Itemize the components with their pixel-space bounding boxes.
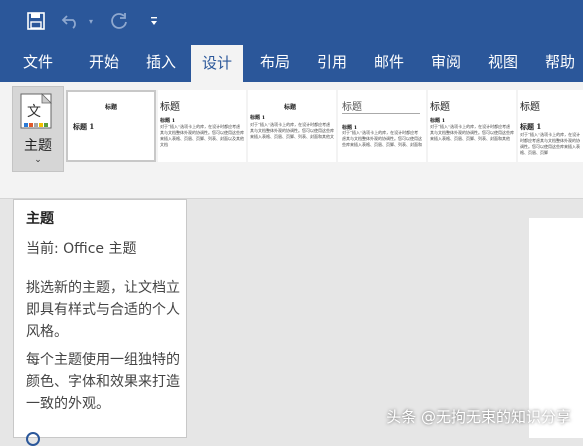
tab-references[interactable]: 引用	[302, 42, 362, 82]
ribbon-design: 文 主题 ⌄ 标题 标题 1 标题 标题 1 对于“插入”选项卡上的库，在设计时…	[0, 82, 583, 199]
tab-file[interactable]: 文件	[8, 42, 68, 82]
themes-icon-glyph: 文	[27, 104, 41, 120]
title-bar: ▾	[0, 0, 583, 42]
themes-label: 主题	[24, 138, 52, 154]
save-button[interactable]	[24, 8, 48, 34]
redo-button[interactable]	[106, 8, 132, 34]
undo-button[interactable]	[58, 8, 84, 34]
style-set-option[interactable]: 标题 标题 1 对于“插入”选项卡上的库，在设计时都应考虑其与文档整体外观的协调…	[248, 90, 336, 162]
tab-view[interactable]: 视图	[473, 42, 533, 82]
tab-design[interactable]: 设计	[191, 45, 243, 82]
tooltip-details: 每个主题使用一组独特的颜色、字体和效果来打造一致的外观。	[26, 352, 180, 412]
style-set-option[interactable]: 标题 标题 1 对于“插入”选项卡上的库，在设计时都应考虑其与文档整体外观的协调…	[158, 90, 246, 162]
style-set-option[interactable]: 标题 标题 1	[66, 90, 156, 162]
tab-review[interactable]: 审阅	[416, 42, 476, 82]
tooltip-title: 主题	[26, 211, 54, 227]
undo-dropdown[interactable]: ▾	[86, 8, 96, 34]
tab-mailings[interactable]: 邮件	[359, 42, 419, 82]
chevron-down-icon: ⌄	[34, 155, 42, 165]
style-set-option[interactable]: 标题 标题 1 对于“插入”选项卡上的库，在设计时都应考虑其与文档整体外观的协调…	[428, 90, 516, 162]
tab-insert[interactable]: 插入	[131, 42, 191, 82]
tooltip-description: 挑选新的主题，让文档立即具有样式与合适的个人风格。	[26, 280, 180, 340]
style-set-option[interactable]: 标题 标题 1 对于“插入”选项卡上的库，在设计时都应考虑其与文档整体外观的协调…	[338, 90, 426, 162]
watermark: 头条 @无拘无束的知识分享	[386, 408, 571, 426]
tooltip-current-theme: 当前: Office 主题	[26, 241, 137, 257]
themes-tooltip: 主题 当前: Office 主题 挑选新的主题，让文档立即具有样式与合适的个人风…	[13, 199, 187, 446]
tab-home[interactable]: 开始	[74, 42, 134, 82]
undo-icon	[61, 15, 76, 29]
save-icon	[27, 12, 45, 30]
help-icon	[26, 432, 40, 446]
themes-button[interactable]: 文 主题 ⌄	[12, 86, 64, 172]
document-page[interactable]	[529, 218, 583, 438]
style-set-gallery: 标题 标题 1 标题 标题 1 对于“插入”选项卡上的库，在设计时都应考虑其与文…	[64, 90, 583, 164]
customize-icon	[151, 17, 157, 25]
ribbon-tabs: 文件 开始 插入 设计 布局 引用 邮件 审阅 视图 帮助	[0, 42, 583, 82]
tab-layout[interactable]: 布局	[245, 42, 305, 82]
customize-qat-button[interactable]	[144, 8, 164, 34]
style-set-option[interactable]: 标题 标题 1 对于“插入”选项卡上的库，在设计时都应考虑其与文档整体外观的协调…	[518, 90, 583, 162]
tab-help[interactable]: 帮助	[530, 42, 583, 82]
redo-icon	[111, 13, 127, 29]
